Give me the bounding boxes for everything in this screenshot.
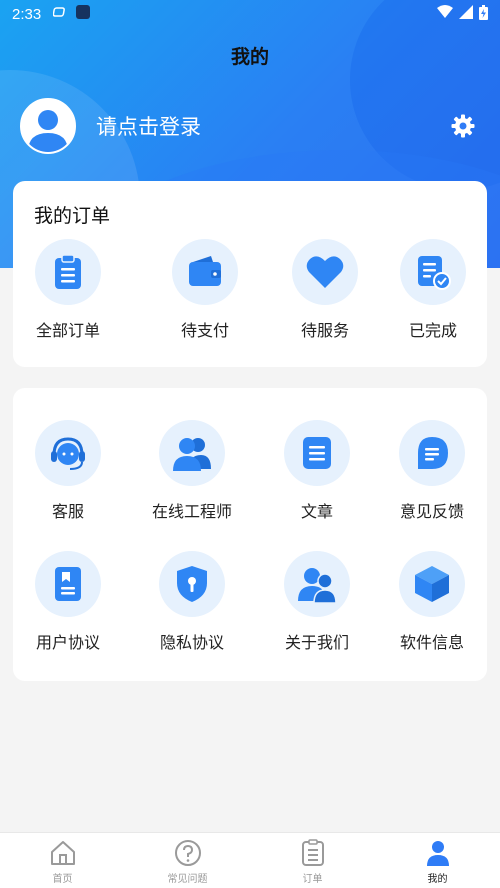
- order-all-label: 全部订单: [35, 321, 100, 340]
- person-avatar-icon: [28, 110, 68, 152]
- online-engineer-label: 在线工程师: [151, 502, 232, 521]
- status-time: 2:33: [12, 5, 42, 23]
- person-icon: [426, 841, 449, 866]
- wallet-icon: [172, 239, 238, 305]
- order-pending-service-label: 待服务: [300, 321, 349, 340]
- bottom-tab-bar: 首页 常见问题 订单 我的: [0, 832, 500, 888]
- privacy-shield-icon: [159, 551, 225, 617]
- feedback-icon: [399, 420, 465, 486]
- battery-icon: [479, 4, 488, 24]
- headset-icon: [35, 420, 101, 486]
- privacy-agreement-button[interactable]: 隐私协议: [137, 551, 247, 653]
- clipboard-icon: [35, 239, 101, 305]
- user-agreement-label: 用户协议: [35, 633, 100, 652]
- tab-faq[interactable]: 常见问题: [125, 833, 250, 888]
- page-title: 我的: [230, 46, 269, 68]
- feedback-label: 意见反馈: [399, 502, 464, 521]
- app-indicator-icon: [75, 4, 91, 24]
- order-unpaid-button[interactable]: 待支付: [150, 239, 260, 341]
- heart-icon: [292, 239, 358, 305]
- wifi-icon: [437, 5, 453, 23]
- tab-home-label: 首页: [52, 874, 73, 885]
- tab-mine-label: 我的: [427, 874, 448, 885]
- engineer-icon: [159, 420, 225, 486]
- articles-button[interactable]: 文章: [262, 420, 372, 522]
- profile-section[interactable]: 请点击登录: [20, 98, 201, 154]
- completed-doc-icon: [400, 239, 466, 305]
- software-info-button[interactable]: 软件信息: [377, 551, 487, 653]
- order-completed-label: 已完成: [408, 321, 457, 340]
- home-icon: [50, 841, 75, 865]
- orders-row: 全部订单 待支付 待服务 已完成: [13, 239, 487, 349]
- avatar[interactable]: [20, 98, 76, 154]
- order-list-icon: [301, 839, 324, 866]
- customer-service-button[interactable]: 客服: [13, 420, 123, 522]
- articles-label: 文章: [300, 502, 333, 521]
- cube-icon: [399, 551, 465, 617]
- gear-icon[interactable]: [450, 113, 476, 139]
- feedback-button[interactable]: 意见反馈: [377, 420, 487, 522]
- services-card: 客服 在线工程师 文章 意见反馈 用户协议 隐私协议 关于我们 软件信息: [13, 388, 487, 681]
- privacy-agreement-label: 隐私协议: [159, 633, 224, 652]
- user-agreement-icon: [35, 551, 101, 617]
- tab-orders-label: 订单: [302, 874, 323, 885]
- login-prompt[interactable]: 请点击登录: [96, 111, 201, 141]
- order-unpaid-label: 待支付: [180, 321, 229, 340]
- status-bar: 2:33: [0, 0, 500, 28]
- order-completed-button[interactable]: 已完成: [378, 239, 488, 341]
- user-agreement-button[interactable]: 用户协议: [13, 551, 123, 653]
- article-icon: [284, 420, 350, 486]
- signal-icon: [459, 5, 473, 23]
- tab-faq-label: 常见问题: [167, 874, 208, 885]
- about-us-label: 关于我们: [284, 633, 349, 652]
- customer-service-label: 客服: [51, 502, 84, 521]
- question-icon: [174, 840, 201, 866]
- online-engineer-button[interactable]: 在线工程师: [137, 420, 247, 522]
- tab-orders[interactable]: 订单: [250, 833, 375, 888]
- order-all-button[interactable]: 全部订单: [13, 239, 123, 341]
- my-orders-card: 我的订单 全部订单 待支付 待服务 已完成: [13, 181, 487, 367]
- software-info-label: 软件信息: [399, 633, 464, 652]
- about-us-button[interactable]: 关于我们: [262, 551, 372, 653]
- tab-home[interactable]: 首页: [0, 833, 125, 888]
- order-pending-service-button[interactable]: 待服务: [270, 239, 380, 341]
- about-us-icon: [284, 551, 350, 617]
- tab-mine[interactable]: 我的: [375, 833, 500, 888]
- orders-title: 我的订单: [34, 205, 111, 227]
- notification-icon: [52, 5, 67, 23]
